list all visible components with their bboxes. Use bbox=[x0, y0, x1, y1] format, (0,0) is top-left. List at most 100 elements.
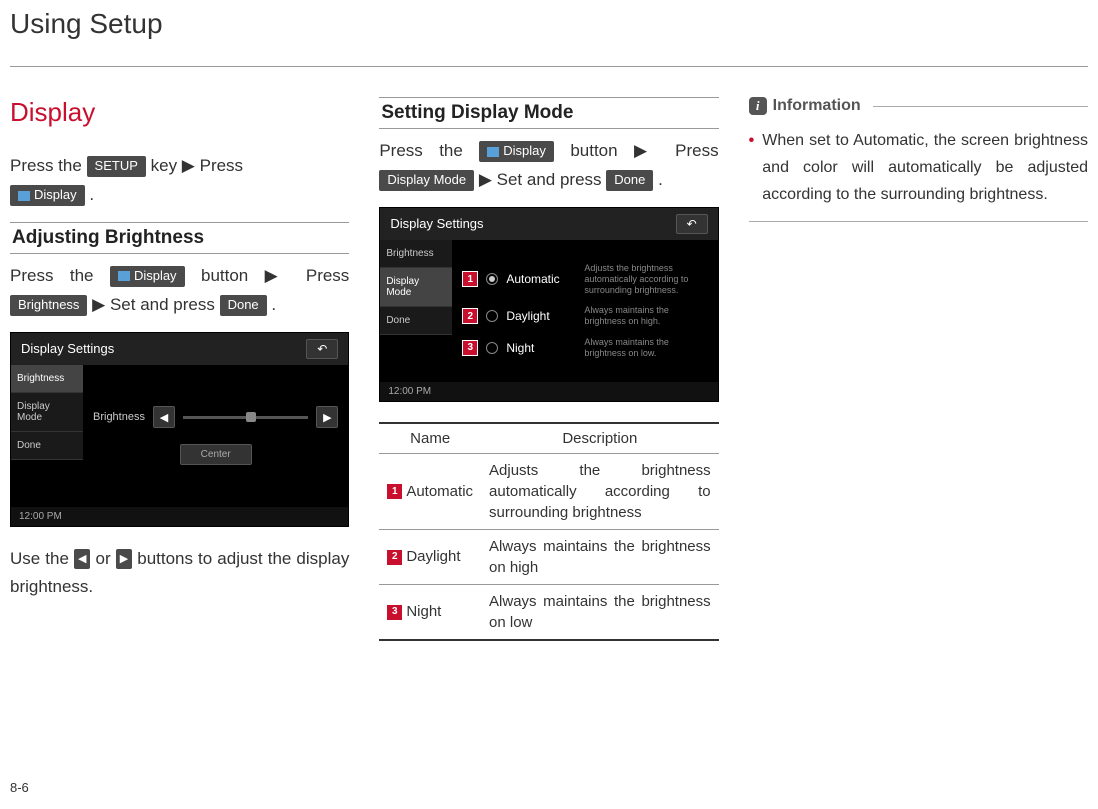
screenshot-main: Brightness ◀ ▶ Center bbox=[83, 365, 348, 507]
text: or bbox=[96, 549, 116, 568]
information-header: i Information bbox=[749, 97, 1088, 115]
slider-thumb bbox=[246, 412, 256, 422]
tab-display-mode: Display Mode bbox=[11, 393, 83, 432]
info-bullet: • When set to Automatic, the screen brig… bbox=[749, 127, 1088, 209]
marker-1: 1 bbox=[462, 271, 478, 287]
brightness-screenshot: Display Settings ↶ Brightness Display Mo… bbox=[10, 332, 349, 527]
page-number: 8-6 bbox=[10, 780, 29, 795]
slider-left-icon: ◀ bbox=[153, 406, 175, 428]
right-arrow-icon: ▶ bbox=[116, 549, 132, 570]
setup-key-pill: SETUP bbox=[87, 156, 146, 177]
adjusting-brightness-heading: Adjusting Brightness bbox=[10, 222, 349, 254]
done-pill: Done bbox=[220, 295, 267, 316]
option-night: 3 Night Always maintains the brightness … bbox=[462, 335, 707, 361]
back-button: ↶ bbox=[676, 214, 708, 234]
screenshot-sidebar: Brightness Display Mode Done bbox=[11, 365, 83, 507]
brightness-after: Use the ◀ or ▶ buttons to adjust the dis… bbox=[10, 545, 349, 603]
display-mode-screenshot: Display Settings ↶ Brightness Display Mo… bbox=[379, 207, 718, 402]
table-row: 2 Daylight Always maintains the brightnes… bbox=[379, 529, 718, 584]
text: button ▶ Press bbox=[570, 141, 718, 160]
column-3: i Information • When set to Automatic, t… bbox=[749, 97, 1088, 641]
display-heading: Display bbox=[10, 97, 349, 128]
screenshot-clock: 12:00 PM bbox=[380, 382, 717, 401]
text: . bbox=[271, 295, 276, 314]
done-pill: Done bbox=[606, 170, 653, 191]
screenshot-body: Brightness Display Mode Done Brightness … bbox=[11, 365, 348, 507]
cell-name: 1 Automatic bbox=[379, 453, 481, 529]
column-2: Setting Display Mode Press the Display b… bbox=[379, 97, 718, 641]
text: . bbox=[89, 185, 94, 204]
text: . bbox=[658, 170, 663, 189]
text: Press the bbox=[10, 156, 87, 175]
information-title: Information bbox=[773, 97, 861, 115]
cell-desc: Always maintains the brightness on high bbox=[481, 529, 719, 584]
screenshot-main: 1 Automatic Adjusts the brightness autom… bbox=[452, 240, 717, 382]
info-icon: i bbox=[749, 97, 767, 115]
table-header-name: Name bbox=[379, 423, 481, 454]
screenshot-sidebar: Brightness Display Mode Done bbox=[380, 240, 452, 382]
setting-display-mode-heading: Setting Display Mode bbox=[379, 97, 718, 129]
radio-off-icon bbox=[486, 310, 498, 322]
marker-3: 3 bbox=[387, 605, 402, 620]
text: ▶ Set and press bbox=[479, 170, 606, 189]
display-icon bbox=[18, 191, 30, 201]
cell-desc: Adjusts the brightness automatically acc… bbox=[481, 453, 719, 529]
option-automatic: 1 Automatic Adjusts the brightness autom… bbox=[462, 261, 707, 297]
center-button: Center bbox=[180, 444, 252, 465]
info-line bbox=[873, 106, 1088, 107]
info-divider bbox=[749, 221, 1088, 222]
display-pill: Display bbox=[110, 266, 185, 287]
brightness-slider-row: Brightness ◀ ▶ bbox=[93, 406, 338, 428]
radio-off-icon bbox=[486, 342, 498, 354]
screenshot-clock: 12:00 PM bbox=[11, 507, 348, 526]
text: Press the bbox=[379, 141, 479, 160]
name-text: Daylight bbox=[406, 548, 460, 565]
tab-display-mode: Display Mode bbox=[380, 268, 452, 307]
left-arrow-icon: ◀ bbox=[74, 549, 90, 570]
display-icon bbox=[118, 271, 130, 281]
radio-on-icon bbox=[486, 273, 498, 285]
slider-right-icon: ▶ bbox=[316, 406, 338, 428]
tab-brightness: Brightness bbox=[11, 365, 83, 393]
text: ▶ Set and press bbox=[92, 295, 219, 314]
cell-desc: Always maintains the brightness on low bbox=[481, 584, 719, 640]
table-row: 1 Automatic Adjusts the brightness automa… bbox=[379, 453, 718, 529]
back-button: ↶ bbox=[306, 339, 338, 359]
screenshot-body: Brightness Display Mode Done 1 Automatic… bbox=[380, 240, 717, 382]
display-pill: Display bbox=[10, 185, 85, 206]
tab-done: Done bbox=[380, 307, 452, 335]
table-header-description: Description bbox=[481, 423, 719, 454]
option-desc: Always maintains the brightness on low. bbox=[584, 337, 707, 359]
display-mode-table: Name Description 1 Automatic Adjusts the … bbox=[379, 422, 718, 641]
option-daylight: 2 Daylight Always maintains the brightne… bbox=[462, 303, 707, 329]
option-label: Daylight bbox=[506, 309, 576, 323]
cell-name: 3 Night bbox=[379, 584, 481, 640]
tab-brightness: Brightness bbox=[380, 240, 452, 268]
option-desc: Always maintains the brightness on high. bbox=[584, 305, 707, 327]
display-icon bbox=[487, 147, 499, 157]
table-row: 3 Night Always maintains the brightness o… bbox=[379, 584, 718, 640]
option-label: Night bbox=[506, 341, 576, 355]
column-1: Display Press the SETUP key ▶ Press Disp… bbox=[10, 97, 349, 641]
display-pill: Display bbox=[479, 141, 554, 162]
info-text: When set to Automatic, the screen bright… bbox=[762, 127, 1088, 209]
name-text: Night bbox=[406, 603, 441, 620]
marker-2: 2 bbox=[387, 550, 402, 565]
page-title: Using Setup bbox=[10, 0, 1088, 46]
display-intro: Press the SETUP key ▶ Press Display . bbox=[10, 152, 349, 210]
marker-1: 1 bbox=[387, 484, 402, 499]
tab-done: Done bbox=[11, 432, 83, 460]
slider-track bbox=[183, 416, 308, 419]
marker-3: 3 bbox=[462, 340, 478, 356]
display-mode-steps: Press the Display button ▶ Press Display… bbox=[379, 137, 718, 195]
slider-label: Brightness bbox=[93, 411, 145, 423]
name-text: Automatic bbox=[406, 483, 473, 500]
cell-name: 2 Daylight bbox=[379, 529, 481, 584]
text: button ▶ Press bbox=[201, 266, 349, 285]
text: key ▶ Press bbox=[151, 156, 243, 175]
brightness-steps: Press the Display button ▶ Press Brightn… bbox=[10, 262, 349, 320]
screenshot-title: Display Settings bbox=[21, 341, 114, 356]
option-label: Automatic bbox=[506, 272, 576, 286]
brightness-pill: Brightness bbox=[10, 295, 87, 316]
text: Use the bbox=[10, 549, 74, 568]
